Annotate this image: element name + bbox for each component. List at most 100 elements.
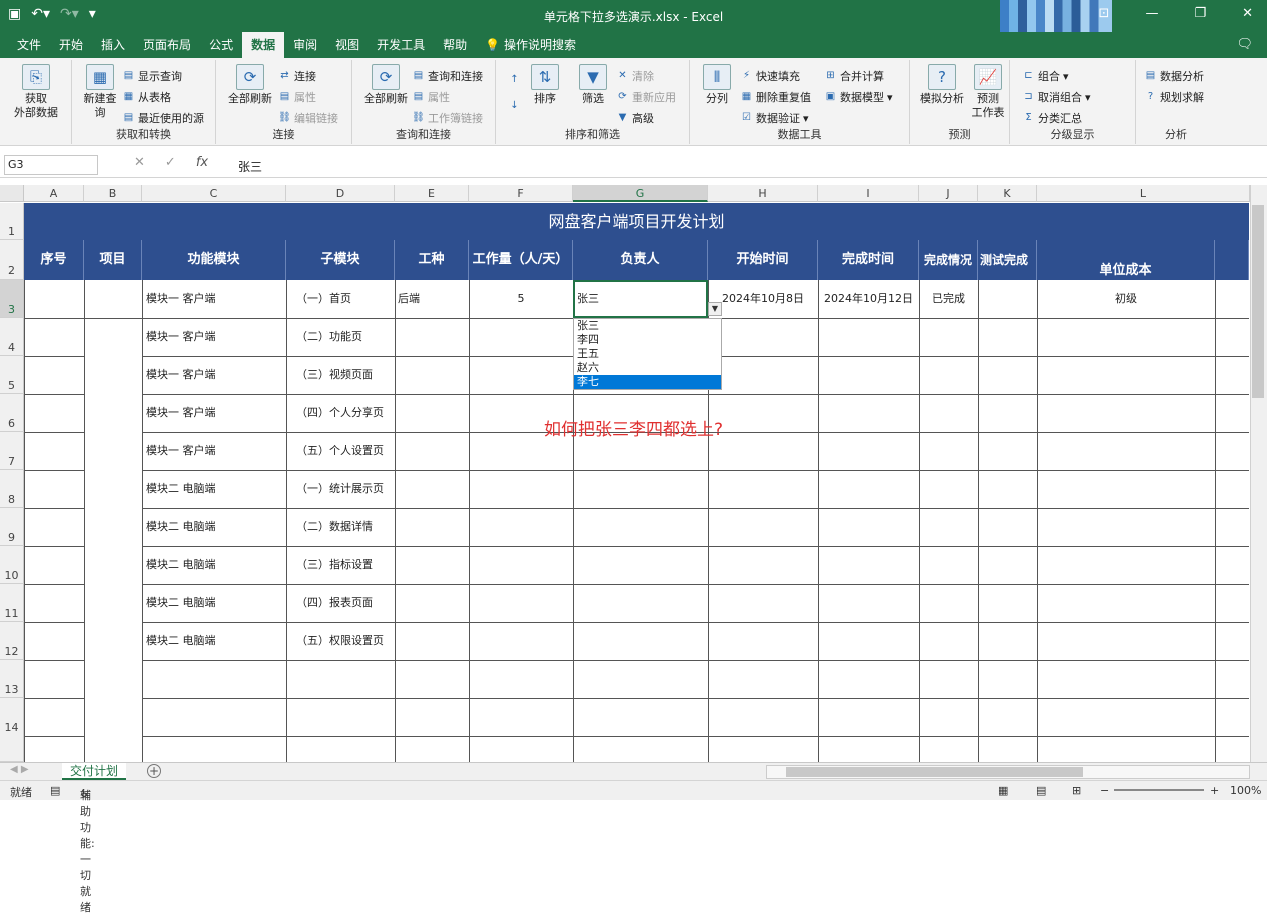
tab-data[interactable]: 数据	[242, 32, 285, 58]
column-header[interactable]: H	[708, 185, 818, 202]
from-table-button[interactable]: ▦ 从表格	[122, 89, 171, 105]
module-cell[interactable]: 模块一 客户端	[146, 356, 216, 394]
module-cell[interactable]: 模块二 电脑端	[146, 584, 216, 622]
ungroup-button[interactable]: ⊐ 取消组合 ▾	[1022, 89, 1090, 105]
insert-function-icon[interactable]: fx	[196, 155, 208, 170]
select-all-corner[interactable]	[0, 185, 24, 202]
clear-filter-button[interactable]: ✕ 清除	[616, 68, 654, 84]
what-if-analysis-button[interactable]: ? 模拟分析	[914, 64, 970, 106]
module-cell[interactable]: 模块一 客户端	[146, 318, 216, 356]
forecast-sheet-button[interactable]: 📈 预测 工作表	[970, 64, 1006, 120]
tab-review[interactable]: 审阅	[284, 32, 326, 58]
tab-insert[interactable]: 插入	[92, 32, 134, 58]
header-cell[interactable]: 子模块	[286, 240, 395, 280]
column-header[interactable]: F	[469, 185, 573, 202]
sort-ascending-icon[interactable]: ↑	[508, 74, 521, 86]
column-header[interactable]: B	[84, 185, 142, 202]
page-layout-view-icon[interactable]: ▤	[1036, 784, 1046, 797]
flash-fill-button[interactable]: ⚡ 快速填充	[740, 68, 800, 84]
submodule-cell[interactable]: （二）数据详情	[296, 508, 373, 546]
row-header[interactable]: 11	[0, 584, 24, 622]
submodule-cell[interactable]: （四）个人分享页	[296, 394, 384, 432]
advanced-filter-button[interactable]: ▼ 高级	[616, 110, 654, 126]
minimize-icon[interactable]: —	[1145, 6, 1158, 21]
zoom-out-icon[interactable]: −	[1100, 784, 1109, 797]
header-cell[interactable]	[1215, 240, 1249, 280]
consolidate-button[interactable]: ⊞ 合并计算	[824, 68, 884, 84]
subtotal-button[interactable]: Σ 分类汇总	[1022, 110, 1082, 126]
refresh-all-button[interactable]: ⟳ 全部刷新	[222, 64, 278, 106]
submodule-cell[interactable]: （一）统计展示页	[296, 470, 384, 508]
queries-connections-button[interactable]: ▤ 查询和连接	[412, 68, 483, 84]
vertical-scroll-thumb[interactable]	[1252, 205, 1264, 398]
row-header[interactable]: 5	[0, 356, 24, 394]
row-header[interactable]: 7	[0, 432, 24, 470]
module-cell[interactable]: 模块二 电脑端	[146, 508, 216, 546]
module-cell[interactable]: 模块一 客户端	[146, 432, 216, 470]
text-to-columns-button[interactable]: ⫴ 分列	[700, 64, 734, 106]
filter-button[interactable]: ▼ 筛选	[576, 64, 610, 106]
column-header[interactable]: I	[818, 185, 919, 202]
solver-button[interactable]: ? 规划求解	[1144, 89, 1204, 105]
remove-duplicates-button[interactable]: ▦ 删除重复值	[740, 89, 811, 105]
row-header[interactable]: 10	[0, 546, 24, 584]
header-cell[interactable]: 功能模块	[142, 240, 286, 280]
new-query-button[interactable]: ▦ 新建查 询	[78, 64, 122, 120]
connections-button[interactable]: ⇄ 连接	[278, 68, 316, 84]
workbook-links-button[interactable]: ⛓ 工作簿链接	[412, 110, 483, 126]
header-cell[interactable]: 负责人	[573, 240, 708, 280]
dropdown-option-selected[interactable]: 李七	[574, 375, 721, 389]
column-header[interactable]: G	[573, 185, 708, 202]
query-properties-button[interactable]: ▤ 属性	[412, 89, 450, 105]
header-cell[interactable]: 工作量（人/天）	[469, 240, 573, 280]
data-analysis-button[interactable]: ▤ 数据分析	[1144, 68, 1204, 84]
dropdown-arrow-icon[interactable]: ▼	[708, 302, 722, 316]
role-cell[interactable]: 后端	[398, 280, 420, 318]
dropdown-option[interactable]: 赵六	[574, 361, 721, 375]
tab-home[interactable]: 开始	[50, 32, 92, 58]
module-cell[interactable]: 模块二 电脑端	[146, 622, 216, 660]
group-button[interactable]: ⊏ 组合 ▾	[1022, 68, 1068, 84]
tab-formulas[interactable]: 公式	[200, 32, 242, 58]
active-cell-g3[interactable]	[573, 280, 708, 318]
header-cell[interactable]: 单位成本	[1037, 240, 1215, 280]
tell-me-search[interactable]: 💡 操作说明搜索	[476, 32, 585, 58]
comment-icon[interactable]: 🗨	[1236, 37, 1253, 52]
header-cell[interactable]: 完成时间	[818, 240, 919, 280]
end-date-cell[interactable]: 2024年10月12日	[818, 280, 919, 318]
status-cell[interactable]: 已完成	[919, 280, 978, 318]
module-cell[interactable]: 模块一 客户端	[146, 394, 216, 432]
row-header[interactable]: 3	[0, 280, 24, 318]
sort-button[interactable]: ⇅ 排序	[528, 64, 562, 106]
zoom-slider[interactable]	[1114, 789, 1204, 791]
column-header[interactable]: E	[395, 185, 469, 202]
name-box[interactable]: G3	[4, 155, 98, 175]
header-cell[interactable]: 工种	[395, 240, 469, 280]
column-header[interactable]: J	[919, 185, 978, 202]
row-header[interactable]: 9	[0, 508, 24, 546]
column-header[interactable]: A	[24, 185, 84, 202]
data-validation-button[interactable]: ☑ 数据验证 ▾	[740, 110, 809, 126]
row-header[interactable]: 2	[0, 240, 24, 280]
header-cell[interactable]: 测试完成	[978, 240, 1037, 280]
refresh-all-queries-button[interactable]: ⟳ 全部刷新	[358, 64, 414, 106]
cancel-icon[interactable]: ✕	[134, 155, 145, 170]
submodule-cell[interactable]: （一）首页	[296, 280, 351, 318]
row-header[interactable]: 8	[0, 470, 24, 508]
close-icon[interactable]: ✕	[1242, 6, 1253, 21]
data-model-button[interactable]: ▣ 数据模型 ▾	[824, 89, 893, 105]
module-cell[interactable]: 模块二 电脑端	[146, 546, 216, 584]
dropdown-option[interactable]: 张三	[574, 319, 721, 333]
zoom-in-icon[interactable]: +	[1210, 784, 1219, 797]
module-cell[interactable]: 模块二 电脑端	[146, 470, 216, 508]
row-header[interactable]: 4	[0, 318, 24, 356]
submodule-cell[interactable]: （四）报表页面	[296, 584, 373, 622]
column-header[interactable]: C	[142, 185, 286, 202]
tab-developer[interactable]: 开发工具	[368, 32, 434, 58]
submodule-cell[interactable]: （五）个人设置页	[296, 432, 384, 470]
row-header[interactable]: 1	[0, 203, 24, 240]
formula-input[interactable]: 张三	[238, 158, 262, 175]
get-external-data-button[interactable]: ⎘ 获取 外部数据	[6, 64, 66, 120]
dropdown-option[interactable]: 王五	[574, 347, 721, 361]
edit-links-button[interactable]: ⛓ 编辑链接	[278, 110, 338, 126]
